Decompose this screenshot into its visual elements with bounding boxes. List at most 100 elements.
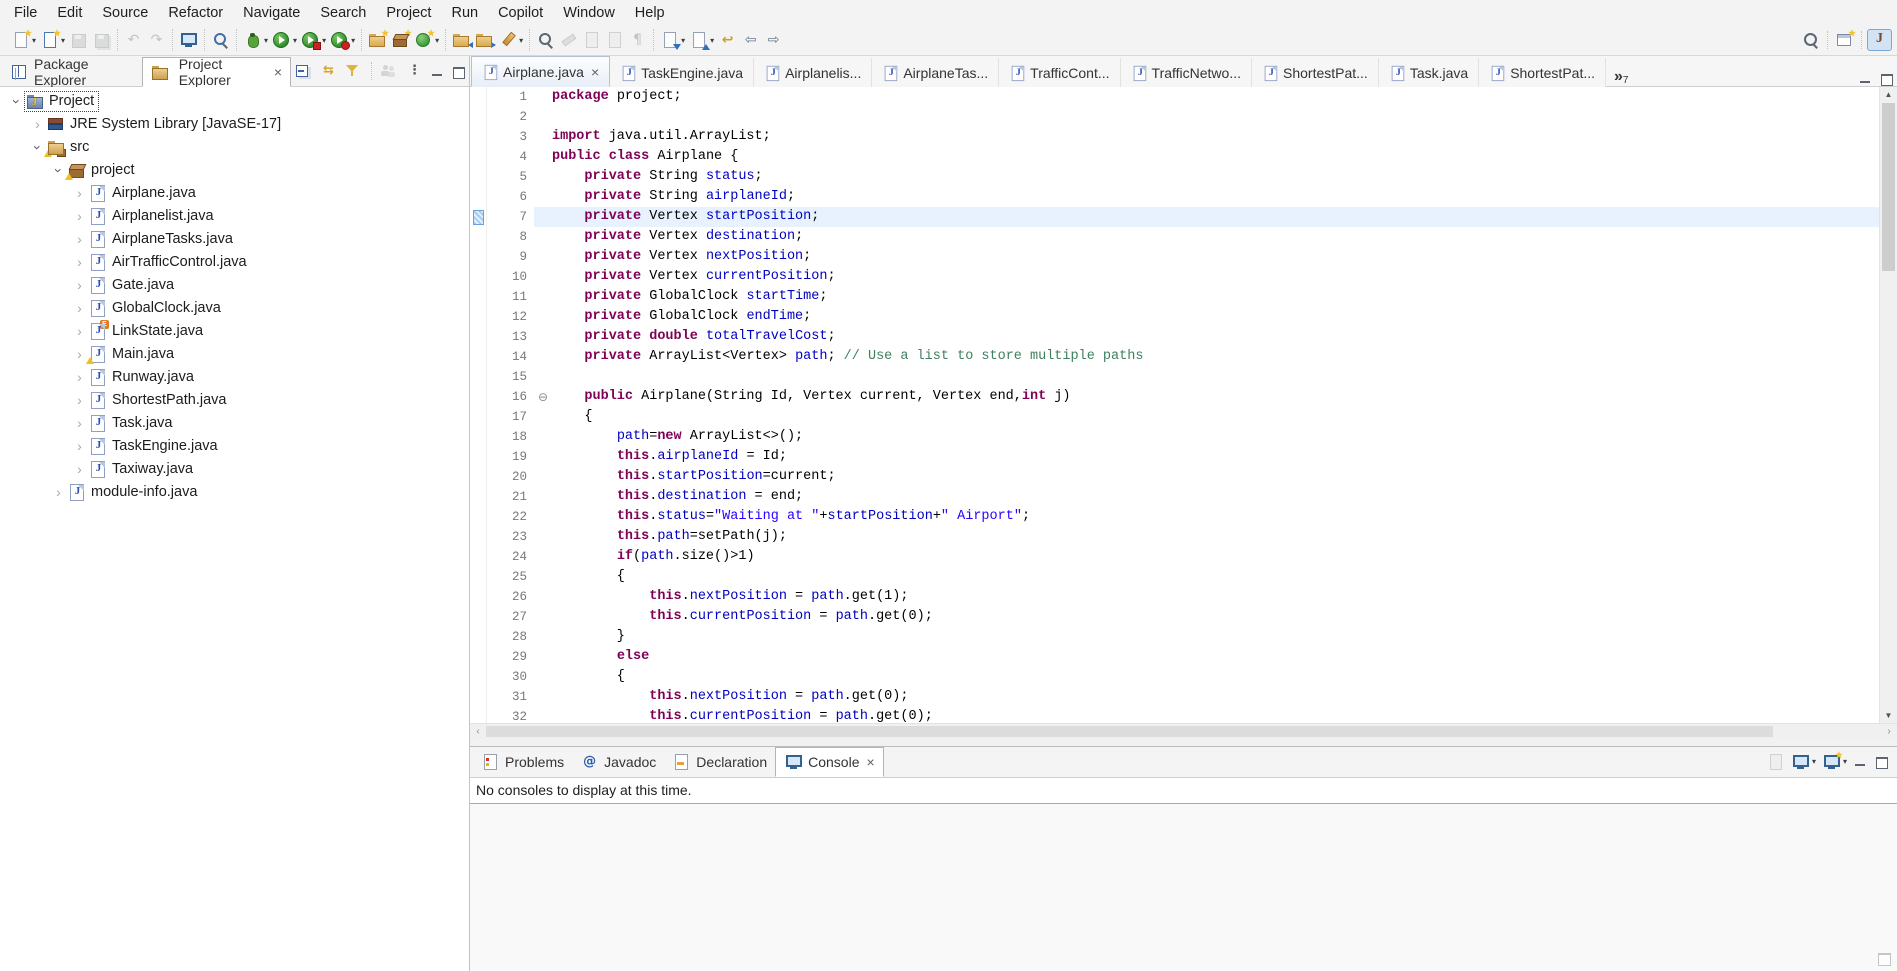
debug-button[interactable]: ▾ bbox=[241, 30, 270, 50]
maximize-button[interactable] bbox=[449, 64, 468, 79]
tree-item-airtrafficcontrol-java[interactable]: ›JAirTrafficControl.java bbox=[0, 251, 469, 274]
tree-item-task-java[interactable]: ›JTask.java bbox=[0, 412, 469, 435]
expander-icon[interactable]: › bbox=[8, 93, 25, 110]
menu-navigate[interactable]: Navigate bbox=[233, 2, 310, 24]
project-tree[interactable]: ›JProject›JRE System Library [JavaSE-17]… bbox=[0, 87, 469, 971]
fold-collapse-icon[interactable]: ⊖ bbox=[534, 387, 552, 407]
display-console-button[interactable]: ▾ bbox=[1789, 752, 1818, 772]
snippet-button[interactable] bbox=[603, 30, 626, 50]
editor-tab-shortestpat[interactable]: JShortestPat... bbox=[1479, 58, 1606, 87]
editor-tab-airplane-java[interactable]: JAirplane.java× bbox=[471, 56, 610, 87]
run-dropdown-icon[interactable]: ▾ bbox=[293, 36, 297, 45]
collapse-all-button[interactable] bbox=[292, 61, 315, 81]
open-type-button[interactable] bbox=[534, 30, 557, 50]
forward-button[interactable]: ⇨ bbox=[762, 30, 785, 50]
import-button[interactable] bbox=[450, 30, 473, 50]
whitespace-button[interactable]: ¶ bbox=[626, 30, 649, 50]
export-button[interactable] bbox=[473, 30, 496, 50]
expander-icon[interactable]: › bbox=[71, 415, 88, 432]
new-dropdown-icon[interactable]: ▾ bbox=[32, 36, 36, 45]
filter-button[interactable] bbox=[342, 61, 365, 81]
tree-item-gate-java[interactable]: ›JGate.java bbox=[0, 274, 469, 297]
editor-tab-taskengine-java[interactable]: JTaskEngine.java bbox=[610, 58, 754, 87]
open-console-dropdown-icon[interactable]: ▾ bbox=[1843, 757, 1847, 766]
annotate-dropdown-icon[interactable]: ▾ bbox=[519, 36, 523, 45]
search-pen-button[interactable] bbox=[209, 30, 232, 50]
expander-icon[interactable]: › bbox=[71, 185, 88, 202]
console-tab-problems[interactable]: Problems bbox=[473, 748, 572, 776]
tree-item-globalclock-java[interactable]: ›JGlobalClock.java bbox=[0, 297, 469, 320]
new-button[interactable]: ▾ bbox=[9, 30, 38, 50]
view-menu-button[interactable]: ⋮ bbox=[403, 61, 426, 81]
menu-help[interactable]: Help bbox=[625, 2, 675, 24]
sash[interactable] bbox=[470, 739, 1897, 746]
profile-button[interactable]: ▾ bbox=[328, 30, 357, 50]
minimize-button[interactable] bbox=[1851, 754, 1870, 769]
editor-tab-trafficnetwo[interactable]: JTrafficNetwo... bbox=[1121, 58, 1252, 87]
horizontal-scrollbar-thumb[interactable] bbox=[486, 726, 1773, 737]
expander-icon[interactable]: › bbox=[71, 369, 88, 386]
profile-dropdown-icon[interactable]: ▾ bbox=[351, 36, 355, 45]
new-class-dropdown-icon[interactable]: ▾ bbox=[435, 36, 439, 45]
expander-icon[interactable]: › bbox=[71, 461, 88, 478]
clean-button[interactable] bbox=[580, 30, 603, 50]
run-button[interactable]: ▾ bbox=[270, 30, 299, 50]
search-button[interactable] bbox=[1799, 30, 1822, 50]
expander-icon[interactable]: › bbox=[71, 208, 88, 225]
tree-item-project[interactable]: ›JProject bbox=[0, 90, 469, 113]
tree-item-airplanetasks-java[interactable]: ›JAirplaneTasks.java bbox=[0, 228, 469, 251]
editor-tab-airplanetas[interactable]: JAirplaneTas... bbox=[872, 58, 999, 87]
expander-icon[interactable]: › bbox=[71, 300, 88, 317]
open-console-button[interactable]: ▾ bbox=[1820, 752, 1849, 772]
menu-run[interactable]: Run bbox=[441, 2, 488, 24]
tree-item-module-info-java[interactable]: ›Jmodule-info.java bbox=[0, 481, 469, 504]
editor-tab-airplanelis[interactable]: JAirplanelis... bbox=[754, 58, 872, 87]
console-tab-javadoc[interactable]: @Javadoc bbox=[572, 748, 664, 776]
menu-source[interactable]: Source bbox=[92, 2, 158, 24]
expander-icon[interactable]: › bbox=[71, 392, 88, 409]
undo-button[interactable]: ↶ bbox=[122, 30, 145, 50]
console-tab-declaration[interactable]: Declaration bbox=[664, 748, 775, 776]
view-tab-project-explorer[interactable]: Project Explorer× bbox=[142, 57, 291, 87]
tree-item-src[interactable]: ›src bbox=[0, 136, 469, 159]
scroll-up-icon[interactable]: ▲ bbox=[1880, 87, 1897, 102]
scroll-right-icon[interactable]: › bbox=[1881, 724, 1897, 740]
new-java-project-button[interactable] bbox=[366, 30, 389, 50]
tree-item-jre-system-library-javase-17[interactable]: ›JRE System Library [JavaSE-17] bbox=[0, 113, 469, 136]
tree-item-airplane-java[interactable]: ›JAirplane.java bbox=[0, 182, 469, 205]
new-java-dropdown-icon[interactable]: ▾ bbox=[61, 36, 65, 45]
save-all-button[interactable] bbox=[90, 30, 113, 50]
link-editor-button[interactable]: ⇆ bbox=[317, 61, 340, 81]
menu-search[interactable]: Search bbox=[310, 2, 376, 24]
format-button[interactable] bbox=[557, 30, 580, 50]
next-annotation-dropdown-icon[interactable]: ▾ bbox=[681, 36, 685, 45]
expander-icon[interactable]: › bbox=[71, 323, 88, 340]
open-console-view-button[interactable] bbox=[177, 30, 200, 50]
view-tab-package-explorer[interactable]: Package Explorer bbox=[2, 58, 142, 86]
expander-icon[interactable]: › bbox=[29, 116, 46, 133]
tree-item-linkstate-java[interactable]: ›JELinkState.java bbox=[0, 320, 469, 343]
minimize-button[interactable] bbox=[428, 64, 447, 79]
open-perspective-button[interactable] bbox=[1833, 30, 1856, 50]
menu-window[interactable]: Window bbox=[553, 2, 625, 24]
display-console-dropdown-icon[interactable]: ▾ bbox=[1812, 757, 1816, 766]
expander-icon[interactable]: › bbox=[71, 438, 88, 455]
tree-item-airplanelist-java[interactable]: ›JAirplanelist.java bbox=[0, 205, 469, 228]
editor-tab-shortestpat[interactable]: JShortestPat... bbox=[1252, 58, 1379, 87]
prev-annotation-dropdown-icon[interactable]: ▾ bbox=[710, 36, 714, 45]
tree-item-taskengine-java[interactable]: ›JTaskEngine.java bbox=[0, 435, 469, 458]
tree-item-project[interactable]: ›project bbox=[0, 159, 469, 182]
close-icon[interactable]: × bbox=[591, 65, 599, 79]
close-icon[interactable]: × bbox=[867, 755, 875, 769]
tree-item-taxiway-java[interactable]: ›JTaxiway.java bbox=[0, 458, 469, 481]
new-class-button[interactable]: ▾ bbox=[412, 30, 441, 50]
minimize-button[interactable] bbox=[1856, 71, 1875, 86]
tree-item-main-java[interactable]: ›JMain.java bbox=[0, 343, 469, 366]
editor-tab-trafficcont[interactable]: JTrafficCont... bbox=[999, 58, 1120, 87]
annotate-button[interactable]: ▾ bbox=[496, 30, 525, 50]
next-annotation-button[interactable]: ▾ bbox=[658, 30, 687, 50]
console-tab-console[interactable]: Console× bbox=[775, 747, 884, 777]
editor-tab-task-java[interactable]: JTask.java bbox=[1379, 58, 1479, 87]
menu-file[interactable]: File bbox=[4, 2, 47, 24]
restore-view-icon[interactable] bbox=[1878, 953, 1891, 966]
